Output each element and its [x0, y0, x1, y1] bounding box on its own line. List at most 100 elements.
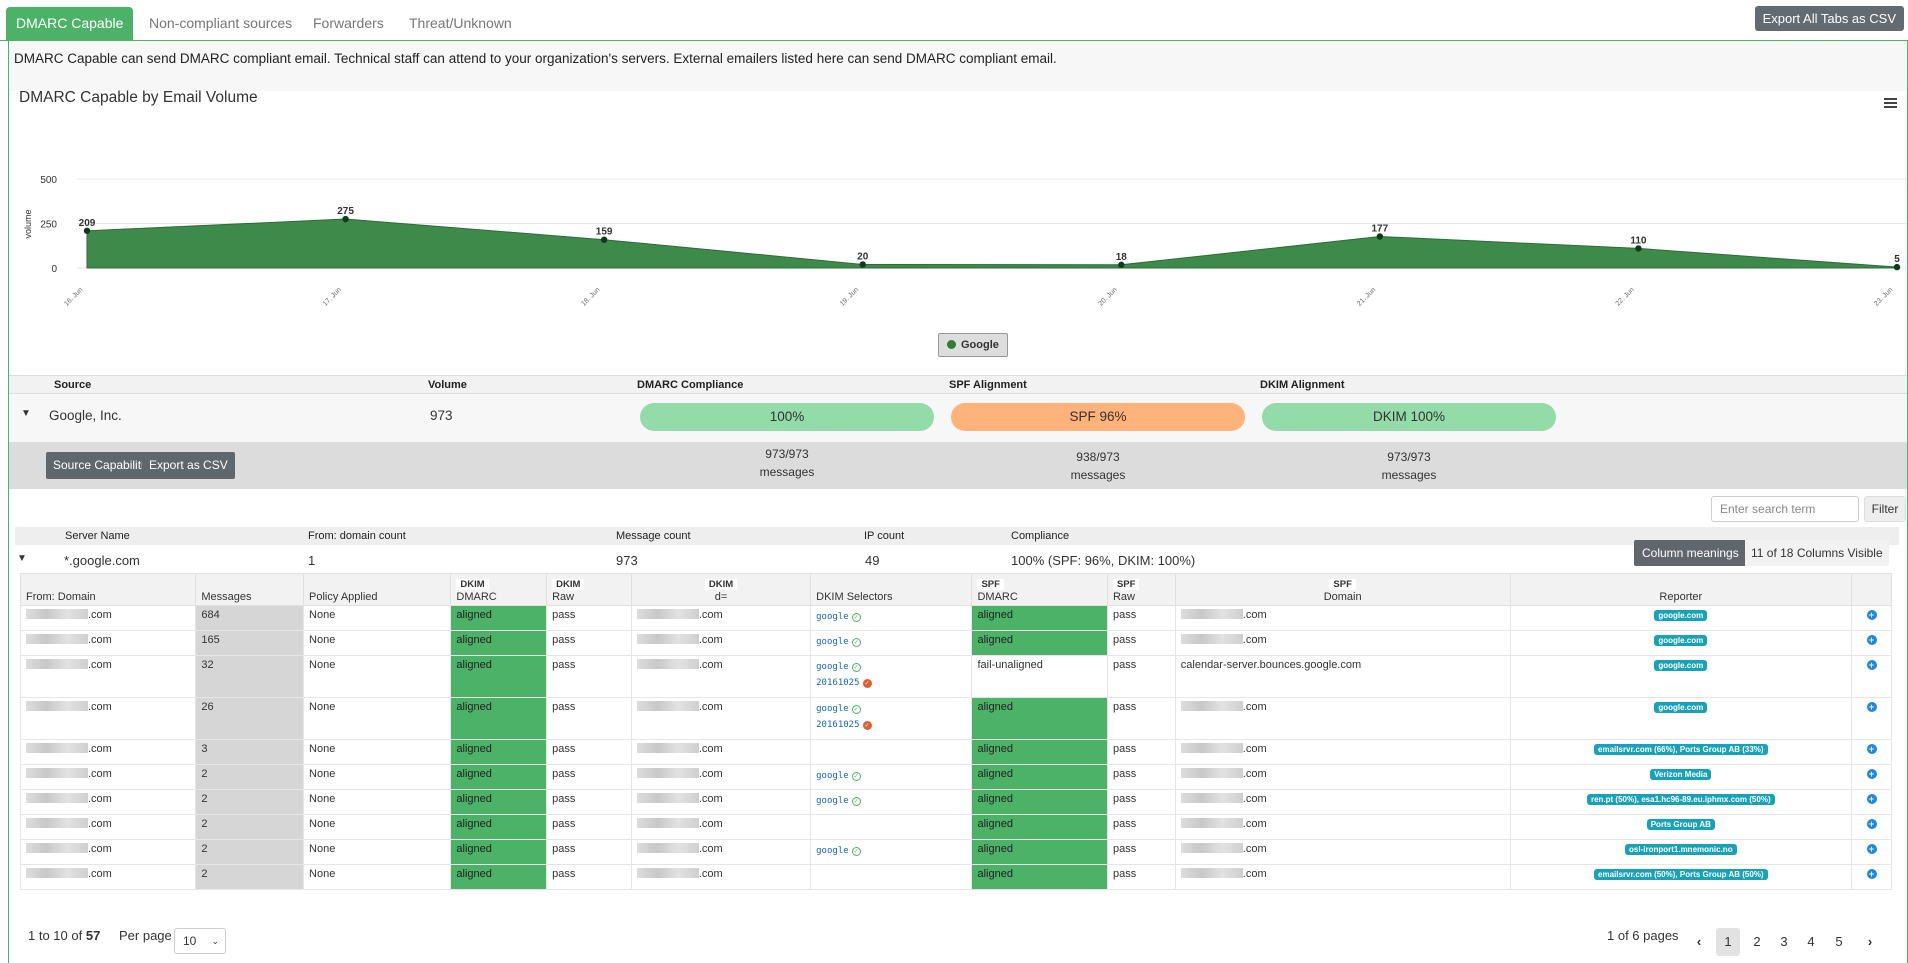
col-dkim-alignment[interactable]: DKIM Alignment	[1260, 379, 1345, 391]
spf-domain-cell: .com	[1174, 839, 1511, 865]
tab-forwarders[interactable]: Forwarders	[303, 7, 394, 41]
filter-button[interactable]: Filter	[1864, 496, 1906, 522]
expand-plus-icon[interactable]: +	[1866, 660, 1877, 670]
tab-threat-unknown[interactable]: Threat/Unknown	[399, 7, 522, 41]
table-row[interactable]: .com 2 None aligned pass .com aligned pass .com P…	[19, 814, 1892, 840]
column-meanings-button[interactable]: Column meanings	[1634, 540, 1747, 566]
dkim-selector[interactable]: 20161025 ✓	[816, 717, 966, 733]
table-row[interactable]: .com 2 None aligned pass .com aligned pass .com e…	[19, 864, 1892, 890]
reporter-badge: google.com	[1654, 660, 1708, 671]
data-label: 275	[337, 206, 354, 217]
page-1[interactable]: 1	[1716, 928, 1740, 956]
page-3[interactable]: 3	[1772, 928, 1796, 956]
search-input[interactable]: Enter search term	[1711, 496, 1859, 522]
detail-col-10[interactable]: Reporter	[1509, 573, 1853, 606]
next-page-icon[interactable]: ›	[1858, 928, 1882, 956]
cell-text: .com	[88, 701, 112, 713]
table-row[interactable]: .com 32 None aligned pass .com google ✓ 20161025…	[19, 655, 1892, 698]
table-row[interactable]: .com 3 None aligned pass .com aligned pass .com e…	[19, 739, 1892, 765]
selector-name: 20161025	[816, 678, 860, 688]
expand-plus-icon[interactable]: +	[1866, 769, 1877, 779]
collapse-caret-icon[interactable]: ▼	[17, 553, 27, 564]
col-server-name[interactable]: Server Name	[65, 530, 130, 542]
from-domain-cell: .com	[19, 839, 197, 865]
check-circle-icon: ✓	[851, 772, 861, 781]
data-label: 159	[596, 227, 613, 238]
dkim-selector[interactable]: google ✓	[816, 843, 966, 859]
detail-col-7[interactable]: SPF DMARC	[971, 573, 1108, 606]
expand-plus-icon[interactable]: +	[1866, 702, 1877, 712]
collapse-caret-icon[interactable]: ▼	[21, 408, 31, 419]
dkim-selector[interactable]: google ✓	[816, 793, 966, 809]
col-compliance[interactable]: Compliance	[1011, 530, 1069, 542]
export-all-button[interactable]: Export All Tabs as CSV	[1754, 6, 1904, 31]
dkim-selector[interactable]: google ✓	[816, 768, 966, 784]
reporter-cell: Verizon Media	[1509, 764, 1853, 790]
chart-menu-icon[interactable]	[1884, 96, 1897, 110]
prev-page-icon[interactable]: ‹	[1687, 928, 1711, 956]
table-row[interactable]: .com 2 None aligned pass .com google ✓ aligned pa…	[19, 789, 1892, 815]
dkim-d-cell: .com	[630, 630, 812, 656]
export-csv-button[interactable]: Export as CSV	[142, 452, 235, 479]
detail-col-9[interactable]: SPF Domain	[1174, 573, 1511, 606]
col-domain-count[interactable]: From: domain count	[308, 530, 406, 542]
detail-col-3[interactable]: DKIM DMARC	[450, 573, 548, 606]
table-row[interactable]: .com 26 None aligned pass .com google ✓ 20161025…	[19, 697, 1892, 740]
redacted-text	[1180, 701, 1243, 711]
policy-cell: None	[303, 764, 452, 790]
expand-plus-icon[interactable]: +	[1866, 610, 1877, 620]
detail-col-5[interactable]: DKIM d=	[630, 573, 812, 606]
table-row[interactable]: .com 165 None aligned pass .com google ✓ aligned…	[19, 630, 1892, 656]
cell-text: aligned	[456, 868, 492, 880]
dkim-selector[interactable]: google ✓	[816, 659, 966, 675]
col-message-count[interactable]: Message count	[616, 530, 691, 542]
page-4[interactable]: 4	[1799, 928, 1823, 956]
page-2[interactable]: 2	[1745, 928, 1769, 956]
page-5[interactable]: 5	[1827, 928, 1851, 956]
cell-text: .com	[88, 793, 112, 805]
spf-raw-cell: pass	[1106, 789, 1176, 815]
detail-col-0[interactable]: From: Domain	[19, 573, 197, 606]
dkim-selector[interactable]: google ✓	[816, 609, 966, 625]
reporter-cell: google.com	[1509, 605, 1853, 631]
warning-circle-icon: ✓	[862, 679, 872, 688]
expand-plus-icon[interactable]: +	[1866, 819, 1877, 829]
dkim-selector[interactable]: google ✓	[816, 634, 966, 650]
server-row[interactable]: ▼ *.google.com 1 973 49 100% (SPF: 96%, …	[15, 545, 1899, 575]
expand-plus-icon[interactable]: +	[1866, 869, 1877, 879]
expand-plus-icon[interactable]: +	[1866, 635, 1877, 645]
detail-col-2[interactable]: Policy Applied	[303, 573, 452, 606]
columns-visible-toggle[interactable]: 11 of 18 Columns Visible	[1745, 540, 1889, 566]
table-row[interactable]: .com 2 None aligned pass .com google ✓ aligned pa…	[19, 764, 1892, 790]
redacted-text	[636, 609, 699, 619]
col-source[interactable]: Source	[54, 379, 91, 391]
per-page-select[interactable]: 10 ⌄	[174, 928, 226, 954]
detail-col-4[interactable]: DKIM Raw	[546, 573, 632, 606]
detail-col-group: SPF	[977, 579, 1004, 590]
expand-plus-icon[interactable]: +	[1866, 744, 1877, 754]
spf-domain-cell: .com	[1174, 789, 1511, 815]
table-row[interactable]: .com 2 None aligned pass .com google ✓ aligned pa…	[19, 839, 1892, 865]
chart-legend-item[interactable]: Google	[938, 333, 1008, 357]
tab-non-compliant-sources[interactable]: Non-compliant sources	[139, 7, 302, 41]
col-dmarc-compliance[interactable]: DMARC Compliance	[637, 379, 743, 391]
expand-plus-icon[interactable]: +	[1866, 794, 1877, 804]
spf-dmarc-cell: aligned	[971, 605, 1108, 631]
cell-text: pass	[552, 793, 576, 805]
cell-text: aligned	[977, 634, 1013, 646]
col-ip-count[interactable]: IP count	[864, 530, 904, 542]
redacted-text	[636, 793, 699, 803]
dkim-selector[interactable]: google ✓	[816, 701, 966, 717]
dkim-selector[interactable]: 20161025 ✓	[816, 675, 966, 691]
table-row[interactable]: .com 684 None aligned pass .com google ✓ aligned…	[19, 605, 1892, 631]
spf-domain-cell: .com	[1174, 697, 1511, 740]
tab-dmarc-capable[interactable]: DMARC Capable	[6, 7, 134, 41]
expand-plus-icon[interactable]: +	[1866, 844, 1877, 854]
col-spf-alignment[interactable]: SPF Alignment	[949, 379, 1027, 391]
detail-col-8[interactable]: SPF Raw	[1106, 573, 1176, 606]
col-volume[interactable]: Volume	[428, 379, 467, 391]
selector-name: google	[816, 662, 849, 672]
detail-col-1[interactable]: Messages	[195, 573, 305, 606]
detail-col-6[interactable]: DKIM Selectors	[810, 573, 973, 606]
dkim-alignment-bar: DKIM 100%	[1262, 403, 1556, 431]
